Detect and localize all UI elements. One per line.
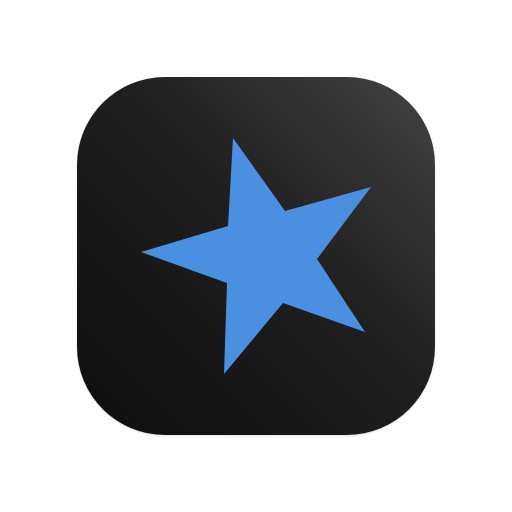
app-icon-graphic [77,77,435,435]
canvas [0,0,512,512]
app-icon-tile[interactable] [77,77,435,435]
